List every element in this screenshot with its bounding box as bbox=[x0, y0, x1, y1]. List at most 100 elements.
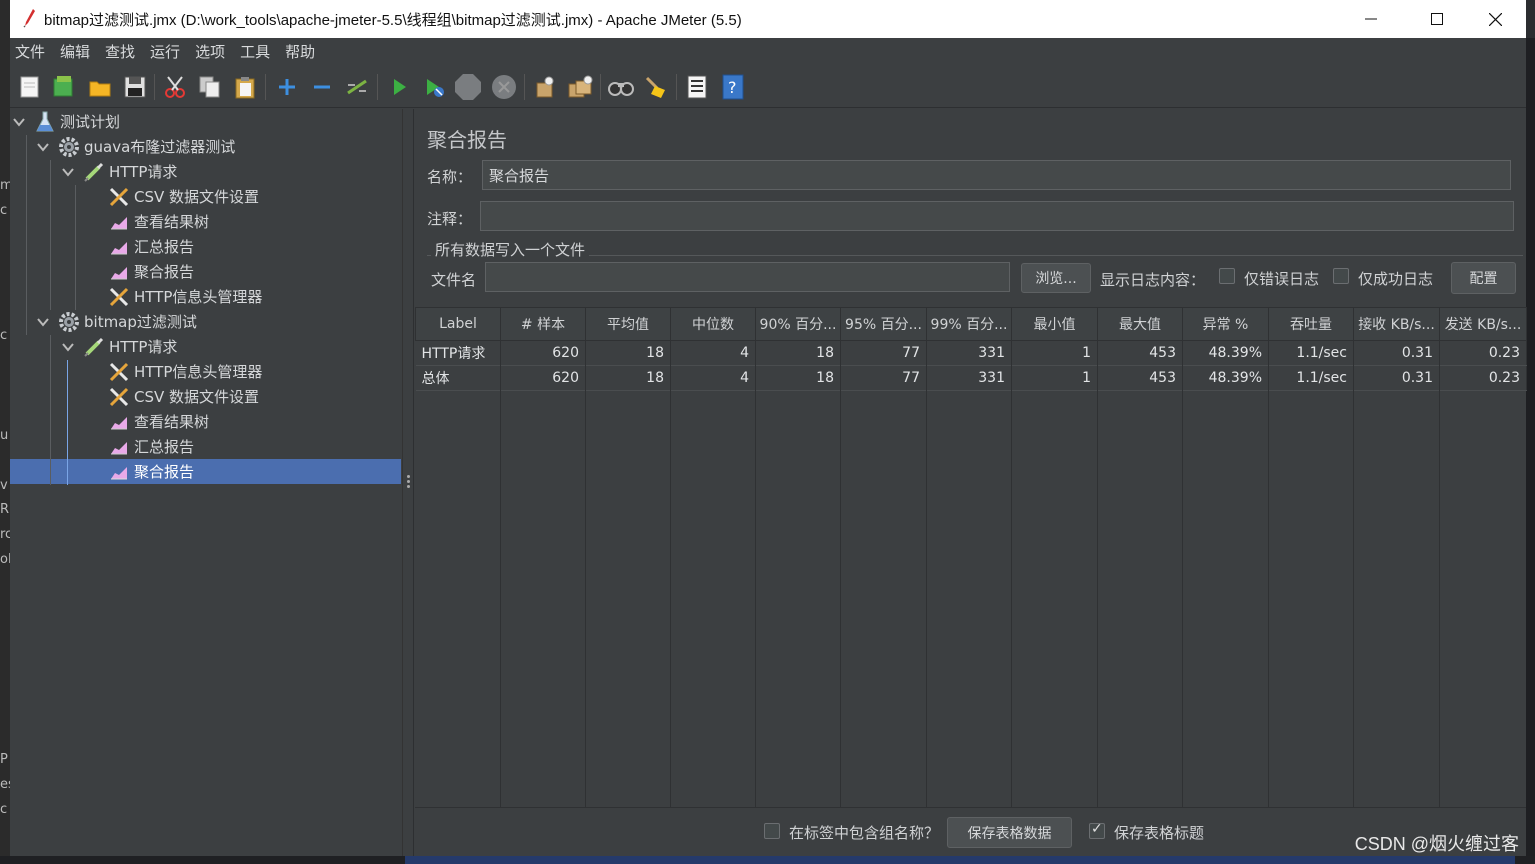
gear-icon bbox=[58, 136, 80, 158]
browse-button[interactable]: 浏览... bbox=[1021, 263, 1091, 293]
column-header-throughput[interactable]: 吞吐量 bbox=[1268, 307, 1354, 341]
column-header-max[interactable]: 最大值 bbox=[1097, 307, 1183, 341]
wrench-icon bbox=[108, 386, 130, 408]
errors-only-checkbox[interactable] bbox=[1219, 268, 1235, 284]
tree-node-http-request[interactable]: HTTP请求 bbox=[61, 334, 177, 359]
jmeter-window: bitmap过滤测试.jmx (D:\work_tools\apache-jme… bbox=[10, 0, 1527, 864]
column-header-received-kb[interactable]: 接收 KB/s... bbox=[1353, 307, 1440, 341]
minimize-button[interactable] bbox=[1342, 0, 1400, 38]
save-button[interactable] bbox=[121, 73, 149, 101]
reset-search-button[interactable] bbox=[642, 73, 670, 101]
open-icon bbox=[89, 81, 111, 97]
function-helper-button[interactable] bbox=[683, 73, 711, 101]
wrench-icon bbox=[108, 361, 130, 383]
templates-button[interactable] bbox=[50, 73, 78, 101]
table-cell: HTTP请求 bbox=[415, 340, 501, 366]
comment-field[interactable] bbox=[480, 201, 1514, 231]
tree-node-label: guava布隆过滤器测试 bbox=[84, 138, 236, 156]
menu-search[interactable]: 查找 bbox=[100, 38, 143, 64]
expand-all-button[interactable] bbox=[273, 73, 301, 101]
table-cell: 453 bbox=[1097, 340, 1183, 366]
save-table-header-checkbox[interactable] bbox=[1089, 821, 1105, 839]
tree-node-header-manager[interactable]: HTTP信息头管理器 bbox=[108, 284, 262, 309]
search-button[interactable] bbox=[607, 73, 635, 101]
tree-node-header-manager[interactable]: HTTP信息头管理器 bbox=[108, 359, 262, 384]
name-field[interactable]: 聚合报告 bbox=[482, 160, 1511, 190]
results-table: Label # 样本 平均值 中位数 90% 百分... 95% 百分... 9… bbox=[415, 307, 1527, 391]
configure-button[interactable]: 配置 bbox=[1451, 262, 1516, 294]
table-row[interactable]: HTTP请求 620 18 4 18 77 331 1 453 48.39% 1… bbox=[415, 340, 1527, 366]
start-no-pauses-button[interactable] bbox=[420, 73, 448, 101]
start-button[interactable] bbox=[385, 73, 413, 101]
copy-icon bbox=[199, 76, 220, 98]
tree-node-aggregate-report[interactable]: 聚合报告 bbox=[108, 259, 194, 284]
stop-icon bbox=[455, 74, 481, 100]
shutdown-button[interactable] bbox=[490, 73, 518, 101]
column-header-average[interactable]: 平均值 bbox=[585, 307, 671, 341]
name-label: 名称： bbox=[427, 168, 473, 186]
tree-node-summary-report[interactable]: 汇总报告 bbox=[108, 434, 194, 459]
column-header-p90[interactable]: 90% 百分... bbox=[755, 307, 841, 341]
close-button[interactable] bbox=[1466, 0, 1524, 38]
table-row[interactable]: 总体 620 18 4 18 77 331 1 453 48.39% 1.1/s… bbox=[415, 365, 1527, 391]
maximize-button[interactable] bbox=[1408, 0, 1466, 38]
comment-label: 注释： bbox=[427, 210, 473, 228]
open-button[interactable] bbox=[86, 73, 114, 101]
new-button[interactable] bbox=[16, 73, 44, 101]
help-button[interactable]: ? bbox=[719, 73, 747, 101]
column-header-median[interactable]: 中位数 bbox=[670, 307, 756, 341]
test-plan-tree: 测试计划 guava布隆过滤器测试 HTTP请求 CSV 数据文件设置 查看结果… bbox=[10, 109, 402, 864]
menu-options[interactable]: 选项 bbox=[190, 38, 233, 64]
table-cell: 1 bbox=[1011, 365, 1098, 391]
tree-node-csv-data-set[interactable]: CSV 数据文件设置 bbox=[108, 184, 259, 209]
tree-guide bbox=[67, 360, 68, 485]
tree-node-http-request[interactable]: HTTP请求 bbox=[61, 159, 177, 184]
column-header-label[interactable]: Label bbox=[415, 307, 501, 341]
toolbar: ? bbox=[10, 66, 1526, 108]
log-content-label: 显示日志内容： bbox=[1100, 271, 1206, 289]
tree-node-thread-group[interactable]: guava布隆过滤器测试 bbox=[36, 134, 235, 159]
collapse-all-button[interactable] bbox=[308, 73, 336, 101]
tree-node-aggregate-report-selected[interactable]: 聚合报告 bbox=[108, 459, 194, 484]
menu-tools[interactable]: 工具 bbox=[235, 38, 278, 64]
tree-node-test-plan[interactable]: 测试计划 bbox=[12, 109, 120, 134]
toggle-button[interactable] bbox=[343, 73, 371, 101]
clear-all-button[interactable] bbox=[566, 73, 594, 101]
column-header-p95[interactable]: 95% 百分... bbox=[840, 307, 927, 341]
toolbar-separator bbox=[524, 74, 525, 100]
tree-node-csv-data-set[interactable]: CSV 数据文件设置 bbox=[108, 384, 259, 409]
tree-node-view-results-tree[interactable]: 查看结果树 bbox=[108, 409, 209, 434]
menu-file[interactable]: 文件 bbox=[10, 38, 53, 64]
cut-button[interactable] bbox=[161, 73, 189, 101]
copy-button[interactable] bbox=[196, 73, 224, 101]
save-table-data-button[interactable]: 保存表格数据 bbox=[947, 817, 1072, 848]
desktop-text: u bbox=[0, 428, 9, 443]
stop-button[interactable] bbox=[454, 73, 482, 101]
menu-help[interactable]: 帮助 bbox=[280, 38, 323, 64]
tree-node-label: 聚合报告 bbox=[134, 463, 195, 481]
menu-run[interactable]: 运行 bbox=[145, 38, 188, 64]
tree-node-view-results-tree[interactable]: 查看结果树 bbox=[108, 209, 209, 234]
clear-button[interactable] bbox=[531, 73, 559, 101]
filename-label: 文件名 bbox=[431, 271, 477, 289]
tree-node-thread-group[interactable]: bitmap过滤测试 bbox=[36, 309, 197, 334]
include-group-name-checkbox[interactable] bbox=[764, 823, 780, 839]
toolbar-separator bbox=[600, 74, 601, 100]
menu-edit[interactable]: 编辑 bbox=[55, 38, 98, 64]
success-only-checkbox[interactable] bbox=[1333, 268, 1349, 284]
chart-icon bbox=[108, 411, 130, 433]
column-header-samples[interactable]: # 样本 bbox=[500, 307, 586, 341]
table-cell: 77 bbox=[840, 340, 927, 366]
column-header-p99[interactable]: 99% 百分... bbox=[926, 307, 1012, 341]
desktop-text: es bbox=[0, 777, 10, 792]
tree-node-summary-report[interactable]: 汇总报告 bbox=[108, 234, 194, 259]
column-header-min[interactable]: 最小值 bbox=[1011, 307, 1098, 341]
table-cell: 4 bbox=[670, 340, 756, 366]
title-bar: bitmap过滤测试.jmx (D:\work_tools\apache-jme… bbox=[10, 0, 1526, 38]
split-pane-divider[interactable] bbox=[402, 109, 414, 864]
filename-field[interactable] bbox=[485, 262, 1010, 292]
paste-button[interactable] bbox=[231, 73, 259, 101]
column-header-error-rate[interactable]: 异常 % bbox=[1182, 307, 1269, 341]
toggle-icon bbox=[347, 79, 367, 95]
column-header-sent-kb[interactable]: 发送 KB/s... bbox=[1439, 307, 1527, 341]
